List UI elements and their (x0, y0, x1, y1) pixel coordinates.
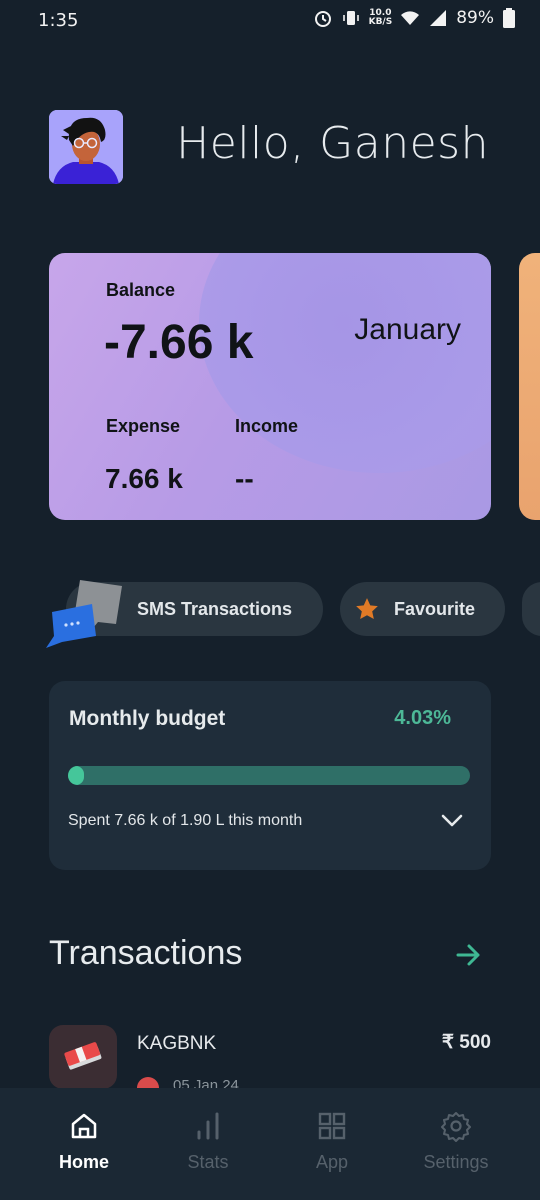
home-icon (71, 1113, 97, 1139)
income-label: Income (235, 416, 299, 436)
battery-percent: 89% (456, 8, 494, 28)
expense-value: 7.66 k (105, 463, 183, 494)
transactions-title: Transactions (49, 934, 243, 972)
expense-label: Expense (106, 416, 181, 436)
nav-home[interactable]: Home (24, 1088, 144, 1200)
nav-home-label: Home (58, 1152, 109, 1172)
status-bar: 1:35 10.0 KB/S 89% (0, 0, 540, 40)
budget-progress-bar (68, 766, 470, 785)
nav-app-label: App (315, 1152, 349, 1172)
money-stack-icon (49, 1025, 117, 1089)
wifi-icon (401, 11, 420, 25)
balance-card[interactable]: Balance -7.66 k January Expense Income 7… (49, 253, 491, 520)
budget-spent-text: Spent 7.66 k of 1.90 L this month (68, 812, 303, 829)
next-card-peek[interactable] (519, 253, 540, 520)
grid-icon (318, 1112, 346, 1140)
budget-title: Monthly budget (69, 707, 226, 730)
bottom-navigation: Home Stats App Settings (0, 1088, 540, 1200)
balance-value: -7.66 k (104, 316, 254, 369)
balance-label: Balance (106, 280, 176, 300)
status-icons: 10.0 KB/S 89% (313, 8, 516, 28)
star-icon (356, 598, 378, 619)
alarm-icon (314, 11, 331, 27)
bar-chart-icon (197, 1112, 219, 1140)
month-label: January (354, 313, 461, 346)
sms-transactions-label: SMS Transactions (137, 598, 293, 619)
battery-icon (503, 8, 515, 28)
avatar-illustration-icon (49, 110, 123, 184)
budget-progress-fill (68, 766, 85, 785)
more-chip[interactable] (522, 582, 540, 636)
nav-stats[interactable]: Stats (148, 1088, 268, 1200)
budget-percent: 4.03% (394, 707, 451, 729)
nav-settings-label: Settings (423, 1152, 489, 1172)
vibrate-icon (342, 11, 359, 25)
arrow-right-icon[interactable] (456, 942, 482, 968)
monthly-budget-card[interactable]: Monthly budget 4.03% Spent 7.66 k of 1.9… (49, 681, 491, 870)
transaction-amount: ₹ 500 (441, 1032, 491, 1053)
status-time: 1:35 (38, 10, 79, 31)
favourite-chip[interactable]: Favourite (340, 582, 505, 636)
income-value: -- (235, 463, 254, 494)
signal-icon (430, 10, 447, 26)
greeting-title: Hello, Ganesh (176, 118, 489, 169)
gear-icon (441, 1112, 471, 1142)
sms-chat-icon (46, 580, 122, 648)
chevron-down-icon[interactable] (441, 813, 463, 829)
transaction-name: KAGBNK (137, 1033, 217, 1054)
home-screen: 1:35 10.0 KB/S 89% Hello, Ganesh Balance… (0, 0, 540, 1200)
nav-stats-label: Stats (187, 1152, 229, 1172)
favourite-label: Favourite (394, 598, 476, 619)
nav-app[interactable]: App (272, 1088, 392, 1200)
nav-settings[interactable]: Settings (396, 1088, 516, 1200)
network-speed: 10.0 KB/S (368, 8, 393, 27)
avatar[interactable] (49, 110, 123, 184)
